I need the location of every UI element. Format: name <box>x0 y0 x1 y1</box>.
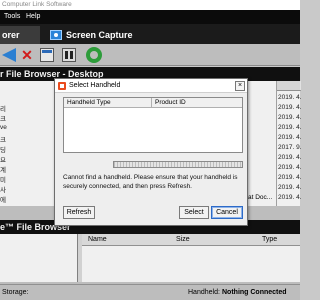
list-item-date[interactable]: 2019. 4. <box>278 194 302 201</box>
tree-item[interactable]: 리 <box>0 103 6 113</box>
columns-icon[interactable] <box>62 48 76 62</box>
list-item-date[interactable]: 2019. 4. <box>278 114 302 121</box>
select-handheld-dialog: Select Handheld × Handheld Type Product … <box>54 78 248 226</box>
search-progress-bar <box>113 161 243 168</box>
tree-item[interactable]: 크 <box>0 113 6 123</box>
column-name[interactable]: Name <box>88 234 107 246</box>
tree-item[interactable]: 딩 <box>0 144 6 154</box>
column-size[interactable]: Size <box>176 234 190 246</box>
list-item-type: at Doc... <box>248 194 273 201</box>
tree-item[interactable]: 요 <box>0 154 6 164</box>
dialog-title: Select Handheld <box>69 82 121 89</box>
close-icon[interactable]: × <box>235 81 245 91</box>
tree-item[interactable]: 미 <box>0 174 6 184</box>
cancel-button[interactable]: Cancel <box>211 206 243 219</box>
refresh-icon[interactable] <box>86 47 102 63</box>
list-item-date[interactable]: 2019. 4. <box>278 134 302 141</box>
app-icon <box>58 82 66 90</box>
handheld-file-table: Name Size Type <box>82 234 300 282</box>
tab-screen-capture[interactable]: Screen Capture <box>46 26 146 44</box>
list-item-date[interactable]: 2019. 4. <box>278 184 302 191</box>
refresh-button[interactable]: Refresh <box>63 206 95 219</box>
tab-screen-capture-label: Screen Capture <box>66 30 133 40</box>
column-type[interactable]: Type <box>262 234 277 246</box>
handheld-status-label: Handheld: <box>188 289 220 296</box>
dialog-titlebar: Select Handheld × <box>55 79 247 93</box>
toolbar: ✕ <box>0 44 300 66</box>
delete-icon[interactable]: ✕ <box>20 48 34 62</box>
status-bar: Storage: Handheld: Nothing Connected <box>0 284 300 300</box>
file-list: 2019. 4. 2019. 4. 2019. 4. 2019. 4. 2019… <box>276 81 302 206</box>
column-handheld-type[interactable]: Handheld Type <box>64 98 152 108</box>
storage-label: Storage: <box>2 289 29 296</box>
properties-icon[interactable] <box>40 48 54 62</box>
back-icon[interactable] <box>2 48 16 62</box>
dialog-message: Cannot find a handheld. Please ensure th… <box>63 174 238 190</box>
handheld-folder-tree <box>0 234 78 282</box>
tree-item[interactable]: 크 <box>0 134 6 144</box>
list-item-date[interactable]: 2019. 4. <box>278 124 302 131</box>
tree-item[interactable]: ve <box>0 124 7 131</box>
tab-explorer[interactable]: orer <box>0 26 40 44</box>
handheld-table-header: Name Size Type <box>82 234 300 246</box>
menu-tools[interactable]: Tools <box>4 10 20 24</box>
list-item-date[interactable]: 2019. 4. <box>278 94 302 101</box>
column-product-id[interactable]: Product ID <box>152 98 242 108</box>
list-item-date[interactable]: 2019. 4. <box>278 104 302 111</box>
list-item-date[interactable]: 2019. 4. <box>278 174 302 181</box>
tree-item[interactable]: 계 <box>0 164 6 174</box>
select-button[interactable]: Select <box>179 206 209 219</box>
list-item-date[interactable]: 2019. 4. <box>278 164 302 171</box>
window-title: Computer Link Software <box>0 0 300 10</box>
handheld-status-value: Nothing Connected <box>222 289 287 296</box>
tree-item[interactable]: 에 <box>0 194 6 204</box>
list-item-date[interactable]: 2017. 9. <box>278 144 302 151</box>
list-item-date[interactable]: 2019. 4. <box>278 154 302 161</box>
tree-item[interactable]: 사 <box>0 184 6 194</box>
handheld-file-browser: Name Size Type <box>0 234 300 282</box>
menu-bar: Tools Help <box>0 10 300 24</box>
list-header <box>277 81 301 91</box>
handheld-table[interactable]: Handheld Type Product ID <box>63 97 243 153</box>
menu-help[interactable]: Help <box>26 10 40 24</box>
camera-icon <box>50 30 62 40</box>
main-tabs: orer Screen Capture <box>0 24 300 44</box>
